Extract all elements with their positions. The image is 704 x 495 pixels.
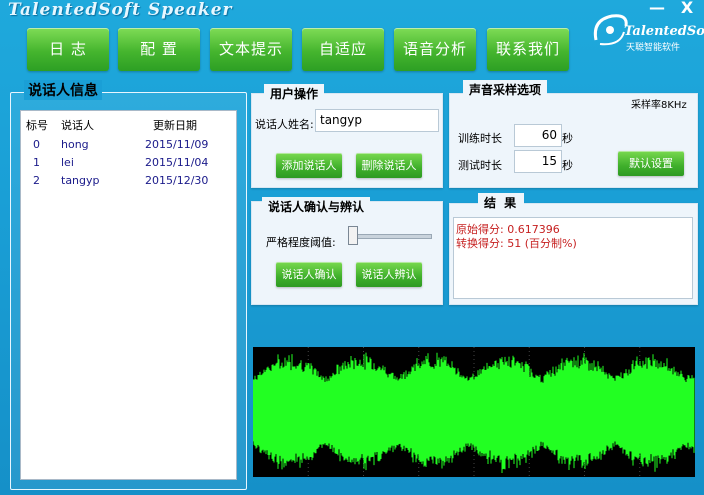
row-name[interactable]: tangyp [61, 174, 100, 187]
row-name[interactable]: hong [61, 138, 89, 151]
waveform-display [252, 347, 695, 477]
minimize-button[interactable]: — [646, 0, 668, 18]
threshold-label: 严格程度阈值: [266, 236, 336, 249]
add-speaker-button[interactable]: 添加说话人 [276, 153, 342, 178]
sampling-title: 声音采样选项 [463, 80, 548, 99]
sample-rate-label: 采样率8KHz [631, 100, 687, 111]
train-duration-input[interactable]: 60 [514, 124, 562, 147]
close-button[interactable]: X [676, 0, 698, 18]
logo-name: TalentedSoft [624, 24, 704, 39]
converted-score-text: 转换得分: 51 (百分制%) [456, 237, 577, 250]
speaker-identify-button[interactable]: 说话人辨认 [356, 262, 422, 287]
column-header-id[interactable]: 标号 [26, 117, 48, 133]
threshold-slider-handle[interactable] [348, 226, 358, 245]
row-id[interactable]: 1 [33, 156, 40, 169]
verify-panel [251, 201, 443, 305]
test-unit: 秒 [562, 159, 573, 172]
row-id[interactable]: 2 [33, 174, 40, 187]
waveform-trace [252, 352, 695, 474]
speaker-list[interactable]: 标号 说话人 更新日期 0 hong 2015/11/09 1 lei 2015… [20, 110, 237, 480]
speaker-name-input[interactable]: tangyp [315, 109, 439, 132]
user-ops-title: 用户操作 [264, 84, 325, 103]
row-date[interactable]: 2015/11/04 [145, 156, 208, 169]
nav-adaptive[interactable]: 自适应 [302, 28, 384, 71]
test-duration-label: 测试时长 [458, 159, 502, 172]
speaker-info-title: 说话人信息 [24, 80, 102, 100]
column-header-speaker[interactable]: 说话人 [61, 117, 94, 133]
nav-log[interactable]: 日 志 [27, 28, 109, 71]
train-unit: 秒 [562, 132, 573, 145]
delete-speaker-button[interactable]: 删除说话人 [356, 153, 422, 178]
verify-title: 说话人确认与辨认 [262, 197, 371, 216]
nav-contact[interactable]: 联系我们 [487, 28, 569, 71]
waveform-graph [252, 347, 695, 477]
test-duration-input[interactable]: 15 [514, 150, 562, 173]
logo-subtitle: 天聪智能软件 [626, 43, 681, 53]
nav-text-prompt[interactable]: 文本提示 [210, 28, 292, 71]
train-duration-label: 训练时长 [458, 132, 502, 145]
column-header-date[interactable]: 更新日期 [153, 117, 197, 133]
default-settings-button[interactable]: 默认设置 [618, 151, 684, 176]
result-title: 结 果 [478, 193, 525, 212]
row-date[interactable]: 2015/11/09 [145, 138, 208, 151]
row-name[interactable]: lei [61, 156, 74, 169]
app-title: TalentedSoft Speaker [8, 0, 233, 20]
speaker-confirm-button[interactable]: 说话人确认 [276, 262, 342, 287]
nav-config[interactable]: 配 置 [118, 28, 200, 71]
nav-voice-analysis[interactable]: 语音分析 [394, 28, 476, 71]
row-id[interactable]: 0 [33, 138, 40, 151]
speaker-name-label: 说话人姓名: [255, 118, 314, 131]
result-textbox[interactable]: 原始得分: 0.617396 转换得分: 51 (百分制%) [453, 217, 693, 299]
row-date[interactable]: 2015/12/30 [145, 174, 208, 187]
threshold-slider-track[interactable] [348, 234, 432, 239]
